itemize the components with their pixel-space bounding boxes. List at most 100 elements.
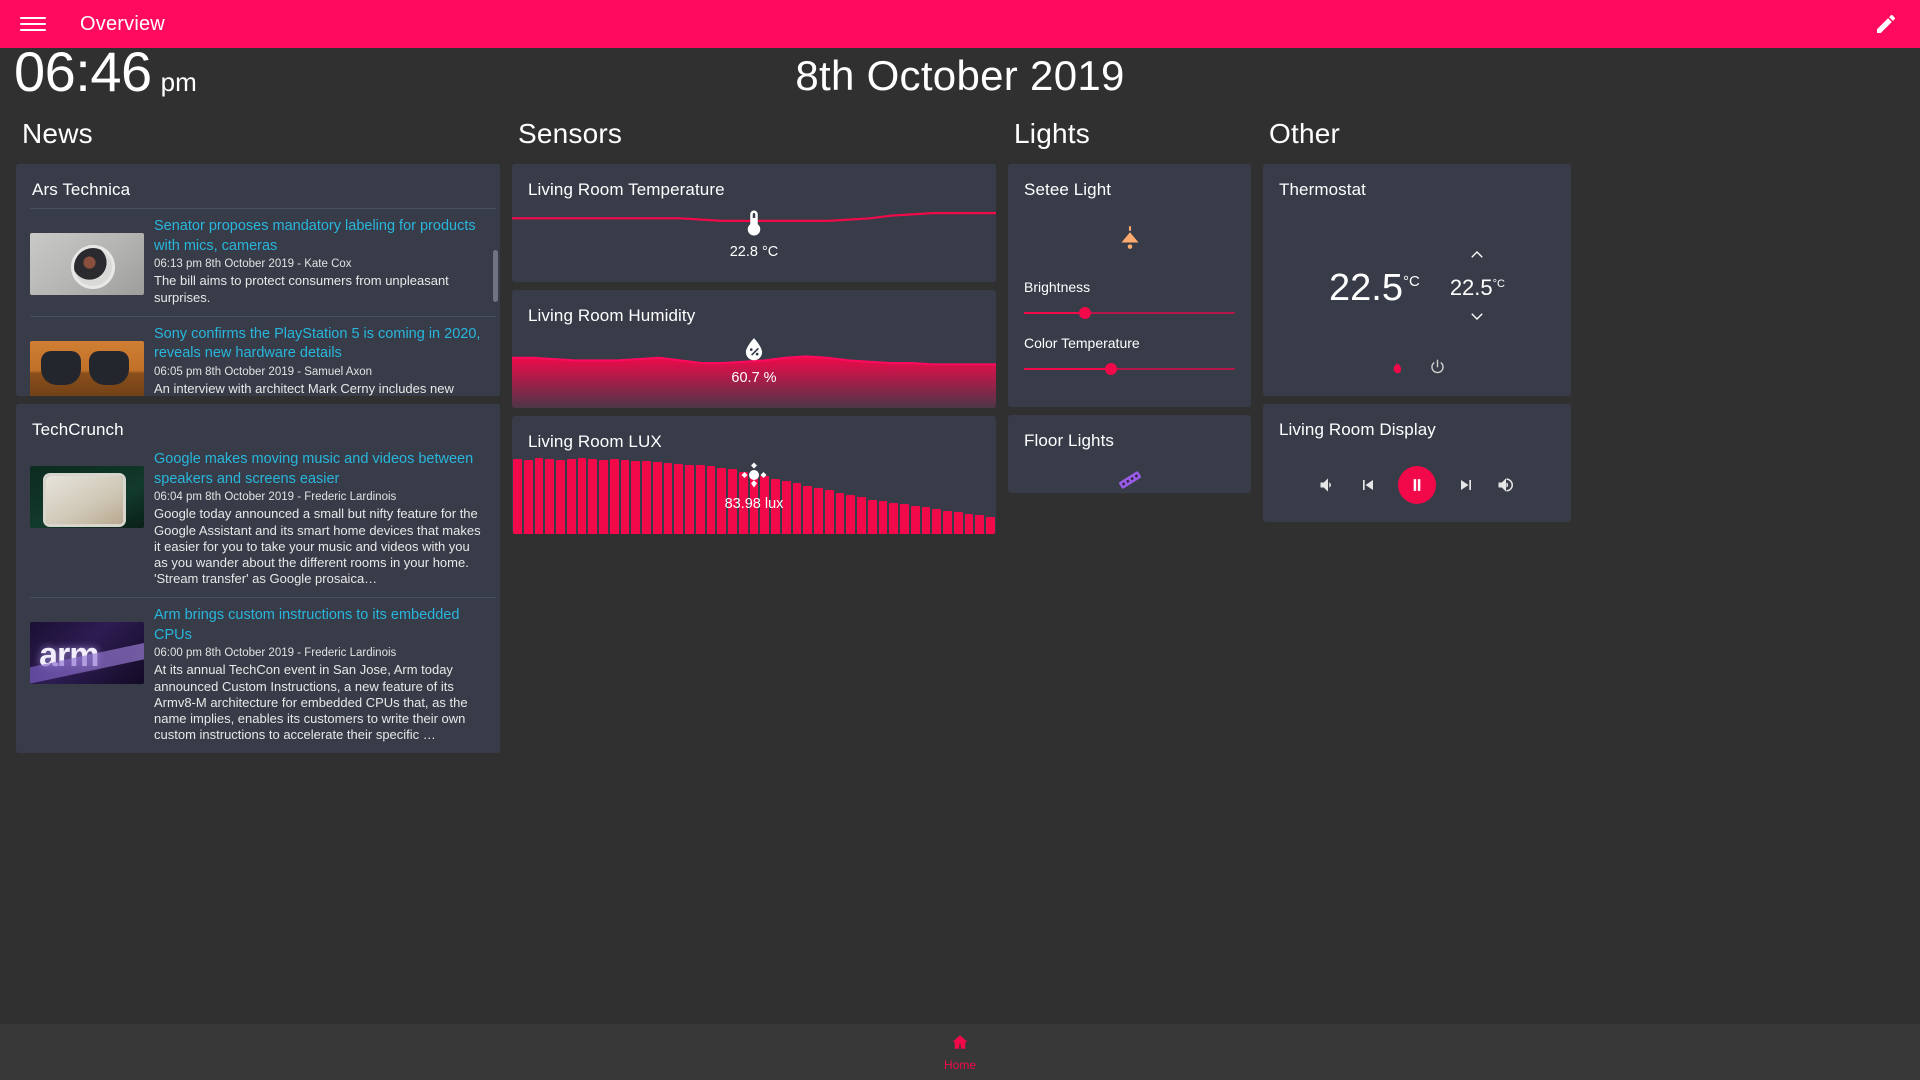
thermostat-stepper: 22.5 °C — [1450, 244, 1505, 332]
scrollbar[interactable] — [493, 250, 498, 302]
news-headline[interactable]: Senator proposes mandatory labeling for … — [154, 217, 486, 256]
app-bar: Overview — [0, 0, 1920, 48]
color-temperature-label: Color Temperature — [1024, 335, 1140, 351]
lux-bar — [513, 459, 522, 534]
power-icon[interactable] — [1428, 358, 1447, 382]
ceiling-light-icon[interactable] — [1113, 222, 1147, 261]
lux-bar — [663, 463, 673, 534]
sensor-card-lux[interactable]: Living Room LUX 83.98 lux — [512, 416, 996, 534]
brightness-label: Brightness — [1024, 279, 1091, 295]
media-player-title: Living Room Display — [1279, 420, 1436, 439]
lights-column-title: Lights — [1014, 118, 1090, 149]
lux-bar — [545, 459, 554, 534]
lux-bar — [900, 504, 909, 534]
lux-bar — [652, 462, 662, 534]
thermostat-target-temperature: 22.5 °C — [1450, 275, 1505, 301]
lux-bar — [824, 490, 834, 534]
bottom-nav-home[interactable]: Home — [944, 1033, 976, 1072]
lux-bar — [835, 492, 845, 534]
lux-bar — [921, 507, 931, 534]
flame-icon[interactable] — [1387, 358, 1406, 382]
news-list-item[interactable]: Google makes moving music and videos bet… — [30, 448, 496, 597]
slider-fill — [1024, 368, 1111, 370]
news-headline[interactable]: Google makes moving music and videos bet… — [154, 450, 486, 489]
thermostat-current-unit: °C — [1402, 272, 1420, 290]
lux-bar — [792, 483, 802, 534]
skip-previous-icon[interactable] — [1358, 475, 1378, 495]
news-list[interactable]: Google makes moving music and videos bet… — [16, 448, 500, 753]
sensors-column-title: Sensors — [518, 118, 623, 149]
lux-bar — [749, 473, 759, 534]
lux-bar — [642, 461, 651, 534]
news-headline[interactable]: Sony confirms the PlayStation 5 is comin… — [154, 325, 486, 364]
hamburger-menu-icon[interactable] — [20, 14, 46, 34]
lux-bar — [814, 487, 823, 534]
news-meta: 06:00 pm 8th October 2019 - Frederic Lar… — [154, 647, 397, 660]
slider-fill — [1024, 312, 1086, 314]
pencil-edit-icon[interactable] — [1874, 12, 1898, 36]
thermostat-target-value: 22.5 — [1449, 275, 1493, 300]
chevron-down-icon[interactable] — [1458, 305, 1496, 332]
lux-bar — [910, 505, 920, 534]
thermostat-current-temperature: 22.5 °C — [1329, 267, 1420, 310]
lux-bar-chart — [512, 456, 996, 534]
news-card-ars-technica: Ars Technica Senator proposes mandatory … — [16, 164, 500, 396]
pause-icon[interactable] — [1398, 466, 1436, 504]
news-column-title: News — [22, 118, 93, 149]
lux-bar — [620, 459, 630, 534]
news-list-item[interactable]: Sony confirms the PlayStation 5 is comin… — [30, 315, 496, 396]
current-date: 8th October 2019 — [795, 52, 1125, 99]
lux-bar — [674, 463, 683, 534]
lux-bar — [728, 469, 737, 534]
lux-bar — [932, 509, 941, 534]
news-meta: 06:05 pm 8th October 2019 - Samuel Axon — [154, 366, 372, 379]
lux-bar — [975, 515, 984, 534]
thermostat-title: Thermostat — [1279, 180, 1366, 199]
volume-low-icon[interactable] — [1318, 475, 1338, 495]
slider-thumb[interactable] — [1104, 363, 1117, 375]
news-description: The bill aims to protect consumers from … — [154, 273, 449, 305]
chevron-up-icon[interactable] — [1458, 244, 1496, 271]
sensor-card-temperature[interactable]: Living Room Temperature 22.8 °C — [512, 164, 996, 282]
dashboard-columns: News Ars Technica Senator proposes manda… — [0, 110, 1920, 990]
news-headline[interactable]: Arm brings custom instructions to its em… — [154, 606, 486, 645]
humidity-area-chart — [512, 330, 996, 408]
lights-column: Lights Setee Light Brightness Color Temp… — [1002, 110, 1257, 501]
color-temperature-slider[interactable] — [1024, 361, 1235, 377]
home-icon — [951, 1033, 969, 1056]
volume-high-icon[interactable] — [1496, 475, 1516, 495]
slider-thumb[interactable] — [1079, 307, 1092, 319]
lux-bar — [577, 458, 587, 534]
skip-next-icon[interactable] — [1456, 475, 1476, 495]
sensor-card-humidity[interactable]: Living Room Humidity 60.7 % — [512, 290, 996, 408]
news-thumbnail — [30, 340, 144, 396]
light-card-floor[interactable]: Floor Lights — [1008, 415, 1251, 493]
news-list-item[interactable]: Senator proposes mandatory labeling for … — [30, 208, 496, 316]
lux-bar — [706, 466, 716, 534]
clock-date-header: 06:46 pm 8th October 2019 — [0, 44, 1920, 110]
other-column: Other Thermostat 22.5 °C 22.5 °C Living … — [1257, 110, 1577, 530]
lux-bar — [599, 459, 608, 534]
other-column-title: Other — [1269, 118, 1341, 149]
led-strip-icon[interactable] — [1115, 465, 1145, 493]
news-thumbnail — [30, 233, 144, 295]
lux-bar — [771, 478, 780, 534]
lux-bar — [523, 459, 533, 534]
news-thumbnail — [30, 621, 144, 684]
lux-bar — [534, 458, 544, 534]
news-list-item[interactable]: Arm brings custom instructions to its em… — [30, 596, 496, 753]
light-title: Floor Lights — [1024, 431, 1115, 450]
lux-bar — [867, 499, 877, 534]
lux-bar — [685, 464, 694, 534]
lux-bar — [566, 459, 576, 534]
news-meta: 06:13 pm 8th October 2019 - Kate Cox — [154, 258, 352, 271]
news-meta: 06:04 pm 8th October 2019 - Frederic Lar… — [154, 491, 397, 504]
news-source-label: TechCrunch — [32, 420, 124, 439]
light-card-setee: Setee Light Brightness Color Temperature — [1008, 164, 1251, 407]
brightness-slider[interactable] — [1024, 305, 1235, 321]
bottom-navigation: Home — [0, 1024, 1920, 1080]
lux-bar — [695, 465, 705, 534]
news-list[interactable]: Senator proposes mandatory labeling for … — [16, 208, 500, 396]
sensor-title: Living Room Humidity — [528, 306, 696, 325]
news-description: At its annual TechCon event in San Jose,… — [154, 662, 468, 742]
